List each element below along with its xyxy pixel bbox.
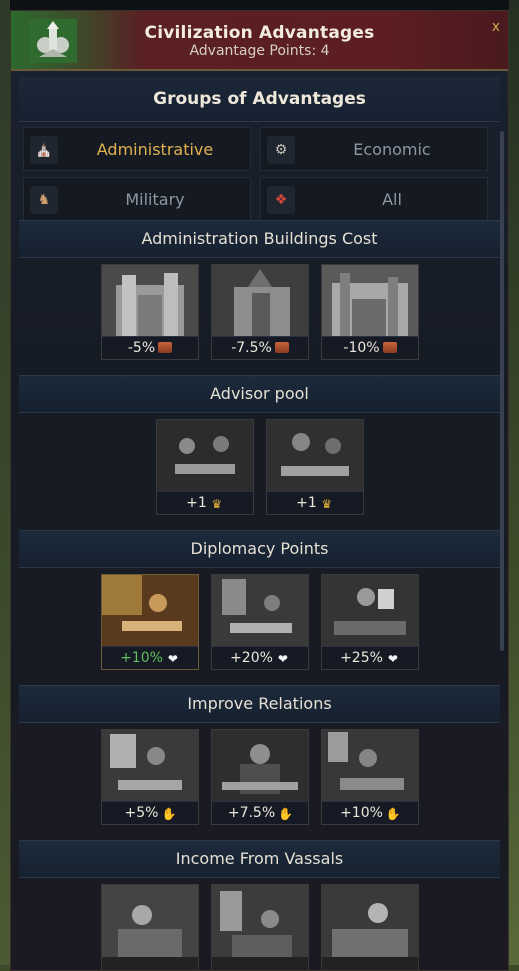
title-bar: Civilization Advantages Advantage Points…: [11, 11, 508, 71]
section-title: Income From Vassals: [19, 840, 500, 878]
group-label: All: [382, 190, 402, 209]
card-caption: +25% ❤: [322, 646, 418, 669]
relations-illustration: [212, 730, 308, 802]
group-administrative[interactable]: ⛪ Administrative: [23, 127, 251, 171]
advantage-card[interactable]: +20% ❤: [211, 574, 309, 670]
card-caption: -10%: [322, 336, 418, 359]
section-cards: +1 ♛ +1 ♛: [19, 411, 500, 529]
vassals-illustration: [212, 885, 308, 957]
section-title: Diplomacy Points: [19, 530, 500, 568]
group-label: Economic: [353, 140, 431, 159]
building-illustration: [322, 265, 418, 337]
relations-illustration: [102, 730, 198, 802]
card-caption: -5%: [102, 336, 198, 359]
building-icon: ⛪: [30, 136, 58, 164]
cart-icon: ⚙: [267, 136, 295, 164]
card-caption: +5% ✋: [102, 801, 198, 824]
section-cards: [19, 876, 500, 970]
card-caption: +1 ♛: [157, 491, 253, 514]
advantage-card[interactable]: [101, 884, 199, 970]
diplomacy-illustration: [212, 575, 308, 647]
map-edge-left: [0, 0, 10, 971]
advantages-window: Civilization Advantages Advantage Points…: [10, 10, 509, 971]
advantage-card[interactable]: -7.5%: [211, 264, 309, 360]
card-caption: +10% ❤: [102, 646, 198, 669]
advantage-card[interactable]: +5% ✋: [101, 729, 199, 825]
section-cards: +5% ✋ +7.5% ✋ +10% ✋: [19, 721, 500, 839]
crown-icon: ♛: [211, 497, 223, 511]
crown-icon: ♛: [321, 497, 333, 511]
section-title: Administration Buildings Cost: [19, 220, 500, 258]
dove-icon: ❤: [387, 652, 398, 666]
card-caption: +1 ♛: [267, 491, 363, 514]
advantage-card[interactable]: +1 ♛: [266, 419, 364, 515]
map-edge-right: [509, 0, 519, 971]
relations-illustration: [322, 730, 418, 802]
card-caption: +10% ✋: [322, 801, 418, 824]
dove-icon: ❤: [167, 652, 178, 666]
groups-heading: Groups of Advantages: [19, 77, 500, 122]
advantage-card[interactable]: +25% ❤: [321, 574, 419, 670]
section-cards: +10% ❤ +20% ❤ +25% ❤: [19, 566, 500, 684]
close-button[interactable]: x: [492, 19, 500, 35]
building-illustration: [102, 265, 198, 337]
handshake-icon: ✋: [385, 807, 401, 821]
scroll-icon: ❖: [267, 186, 295, 214]
advantage-card[interactable]: -10%: [321, 264, 419, 360]
advantage-card[interactable]: +7.5% ✋: [211, 729, 309, 825]
group-economic[interactable]: ⚙ Economic: [260, 127, 488, 171]
diplomacy-illustration: [322, 575, 418, 647]
card-caption: +20% ❤: [212, 646, 308, 669]
vassals-illustration: [322, 885, 418, 957]
card-caption: +7.5% ✋: [212, 801, 308, 824]
diplomacy-illustration: [102, 575, 198, 647]
section-title: Advisor pool: [19, 375, 500, 413]
building-illustration: [212, 265, 308, 337]
brick-icon: [382, 342, 397, 353]
advantage-points: Advantage Points: 4: [189, 43, 330, 59]
dove-icon: ❤: [277, 652, 288, 666]
group-label: Military: [125, 190, 185, 209]
brick-icon: [158, 342, 173, 353]
handshake-icon: ✋: [161, 807, 177, 821]
vassals-illustration: [102, 885, 198, 957]
scrollbar[interactable]: [500, 131, 504, 651]
advisors-illustration: [157, 420, 253, 492]
group-label: Administrative: [96, 140, 214, 159]
handshake-icon: ✋: [278, 807, 294, 821]
section-cards: -5% -7.5% -10%: [19, 256, 500, 374]
group-all[interactable]: ❖ All: [260, 177, 488, 221]
section-title: Improve Relations: [19, 685, 500, 723]
advantage-card[interactable]: +1 ♛: [156, 419, 254, 515]
brick-icon: [274, 342, 289, 353]
soldier-icon: ♞: [30, 186, 58, 214]
advantage-card-selected[interactable]: +10% ❤: [101, 574, 199, 670]
card-caption: -7.5%: [212, 336, 308, 359]
window-title: Civilization Advantages: [144, 23, 375, 43]
advantage-card[interactable]: [211, 884, 309, 970]
advisors-illustration: [267, 420, 363, 492]
advantage-card[interactable]: +10% ✋: [321, 729, 419, 825]
advantage-card[interactable]: [321, 884, 419, 970]
advantage-card[interactable]: -5%: [101, 264, 199, 360]
group-military[interactable]: ♞ Military: [23, 177, 251, 221]
